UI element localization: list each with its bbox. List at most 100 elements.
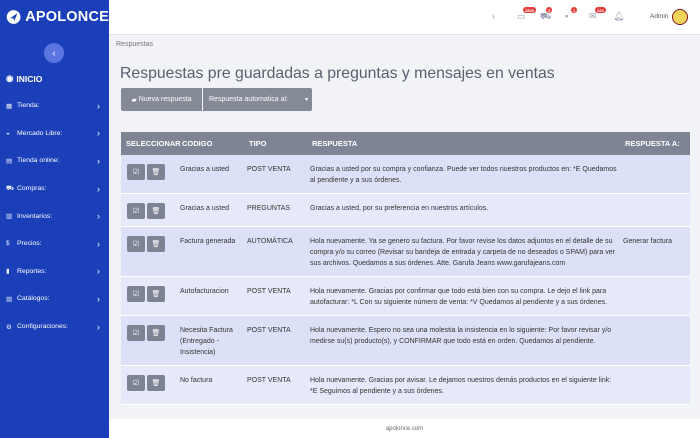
sidebar-item-tienda[interactable]: ▦ Tienda: › xyxy=(0,92,109,120)
tipo-cell: PREGUNTAS xyxy=(244,193,307,227)
responses-table-container[interactable]: SELECCIONAR CODIGO TIPO RESPUESTA RESPUE… xyxy=(121,132,690,412)
tipo-cell: POST VENTA xyxy=(244,155,307,194)
avatar[interactable] xyxy=(672,9,688,25)
table-row[interactable]: ☑ 🗑︎ No factura POST VENTA Hola nuevamente. … xyxy=(121,365,690,405)
sidebar: APOLONCE ‹ ◉ INICIO ▦ Tienda: › ◒ Mercado Li… xyxy=(0,0,109,438)
delete-button[interactable]: 🗑︎ xyxy=(147,236,165,252)
topbar: › ▭ 2845 ⛟ 3 ▪ 1 ✉ 224 🔔︎ Admin xyxy=(109,0,700,35)
column-header[interactable]: SELECCIONAR xyxy=(121,132,181,155)
sidebar-item-label: Compras: xyxy=(17,185,47,193)
trash-icon: 🗑︎ xyxy=(151,168,161,176)
respuesta-cell: Hola nuevamente. Espero no sea una moles… xyxy=(307,315,620,366)
sidebar-item-reportes[interactable]: ▮ Reportes: › xyxy=(0,258,109,286)
admin-name[interactable]: Admin xyxy=(650,13,668,20)
edit-button[interactable]: ☑ xyxy=(127,375,145,391)
trash-icon: 🗑︎ xyxy=(151,379,161,387)
sidebar-item-label: Mercado Libre: xyxy=(17,129,63,137)
plane-logo-icon xyxy=(6,10,21,24)
edit-button[interactable]: ☑ xyxy=(127,286,145,302)
catalog-icon: ▧ xyxy=(6,295,13,303)
chevron-right-icon: › xyxy=(97,266,100,277)
responses-table: SELECCIONAR CODIGO TIPO RESPUESTA RESPUE… xyxy=(121,132,690,405)
edit-button[interactable]: ☑ xyxy=(127,236,145,252)
sidebar-item-precios[interactable]: $ Precios: › xyxy=(0,230,109,258)
cart-icon: ⛟ xyxy=(6,185,15,193)
notification-badge: 3 xyxy=(546,7,553,13)
chevron-right-icon: › xyxy=(97,321,100,332)
select-cell: ☑ 🗑︎ xyxy=(121,276,177,316)
page-title: Respuestas pre guardadas a preguntas y m… xyxy=(120,65,555,82)
codigo-cell: No factura xyxy=(177,365,244,405)
tipo-cell: AUTOMÁTICA xyxy=(244,226,307,277)
folder-plus-icon: ▰ xyxy=(131,96,137,104)
table-row[interactable]: ☑ 🗑︎ Gracias a usted PREGUNTAS Gracias a ust… xyxy=(121,193,690,227)
table-row[interactable]: ☑ 🗑︎ Gracias a usted POST VENTA Gracias a us… xyxy=(121,155,690,194)
tipo-cell: POST VENTA xyxy=(244,276,307,316)
cart-icon[interactable]: ⛟ 3 xyxy=(540,7,553,23)
bell-icon[interactable]: 🔔︎ xyxy=(613,11,624,22)
table-row[interactable]: ☑ 🗑︎ Necesita Factura (Entregado - Insiste… xyxy=(121,315,690,366)
online-store-icon: ▤ xyxy=(6,157,13,165)
codigo-cell: Necesita Factura (Entregado - Insistenci… xyxy=(177,315,244,366)
delete-button[interactable]: 🗑︎ xyxy=(147,325,165,341)
select-cell: ☑ 🗑︎ xyxy=(121,155,177,194)
column-header[interactable]: RESPUESTA A: xyxy=(620,132,690,155)
box-icon[interactable]: ▭ 2845 xyxy=(517,7,536,22)
delete-button[interactable]: 🗑︎ xyxy=(147,203,165,219)
sidebar-item-inicio[interactable]: ◉ INICIO xyxy=(6,73,42,84)
sidebar-nav: ▦ Tienda: › ◒ Mercado Libre: › ▤ Tienda online:… xyxy=(0,92,109,340)
sidebar-item-compras[interactable]: ⛟ Compras: › xyxy=(0,175,109,203)
chevron-right-icon: › xyxy=(97,155,100,166)
new-response-button[interactable]: ▰ Nueva respuesta xyxy=(121,88,202,111)
column-header[interactable]: TIPO xyxy=(244,132,307,155)
column-header[interactable]: CODIGO xyxy=(177,132,244,155)
delete-button[interactable]: 🗑︎ xyxy=(147,286,165,302)
edit-icon: ☑ xyxy=(132,240,140,248)
trash-icon: 🗑︎ xyxy=(151,329,161,337)
chart-icon: ▮ xyxy=(6,268,10,276)
select-cell: ☑ 🗑︎ xyxy=(121,365,177,405)
chevron-right-icon: › xyxy=(97,183,100,194)
notification-badge: 224 xyxy=(595,7,606,13)
sidebar-item-mercado-libre[interactable]: ◒ Mercado Libre: › xyxy=(0,120,109,148)
sidebar-item-cat-logos[interactable]: ▧ Catálogos: › xyxy=(0,285,109,313)
sidebar-item-label: Configuraciones: xyxy=(17,323,69,331)
chevron-right-icon[interactable]: › xyxy=(492,11,495,21)
table-row[interactable]: ☑ 🗑︎ Factura generada AUTOMÁTICA Hola nuevam… xyxy=(121,226,690,277)
sidebar-item-tienda-online[interactable]: ▤ Tienda online: › xyxy=(0,147,109,175)
auto-response-dropdown[interactable]: Respuesta automatica al: ▾ xyxy=(203,88,312,111)
table-row[interactable]: ☑ 🗑︎ Autofacturacion POST VENTA Hola nuevame… xyxy=(121,276,690,316)
chevron-right-icon: › xyxy=(97,128,100,139)
brand-name: APOLONCE xyxy=(25,9,109,25)
sidebar-item-label: Precios: xyxy=(17,240,42,248)
sidebar-item-inventarios[interactable]: ▥ Inventarios: › xyxy=(0,202,109,230)
codigo-cell: Gracias a usted xyxy=(177,193,244,227)
logo[interactable]: APOLONCE xyxy=(0,0,109,34)
table-header-row: SELECCIONAR CODIGO TIPO RESPUESTA RESPUE… xyxy=(121,132,690,155)
trash-icon: 🗑︎ xyxy=(151,290,161,298)
handshake-icon: ◒ xyxy=(6,129,10,137)
column-header[interactable]: RESPUESTA xyxy=(307,132,620,155)
sidebar-item-configuraciones[interactable]: ⚙ Configuraciones: › xyxy=(0,313,109,341)
inventory-icon: ▥ xyxy=(6,213,13,221)
dashboard-icon: ◉ xyxy=(6,73,14,83)
chevron-right-icon: › xyxy=(97,211,100,222)
edit-button[interactable]: ☑ xyxy=(127,203,145,219)
tipo-cell: POST VENTA xyxy=(244,315,307,366)
edit-icon: ☑ xyxy=(132,329,140,337)
respuesta-a-cell xyxy=(620,276,690,316)
sidebar-collapse-button[interactable]: ‹ xyxy=(44,43,64,63)
select-cell: ☑ 🗑︎ xyxy=(121,315,177,366)
edit-button[interactable]: ☑ xyxy=(127,325,145,341)
edit-button[interactable]: ☑ xyxy=(127,164,145,180)
chevron-right-icon: › xyxy=(97,238,100,249)
message-icon[interactable]: ✉ 224 xyxy=(589,7,606,22)
footer: apolonce.com xyxy=(109,419,700,438)
breadcrumb[interactable]: Respuestas xyxy=(116,41,153,48)
respuesta-cell: Hola nuevamente. Ya se genero su factura… xyxy=(307,226,620,277)
question-icon[interactable]: ▪ 1 xyxy=(565,7,578,21)
sidebar-item-label: Reportes: xyxy=(17,267,47,275)
delete-button[interactable]: 🗑︎ xyxy=(147,164,165,180)
gear-icon: ⚙ xyxy=(6,323,12,331)
delete-button[interactable]: 🗑︎ xyxy=(147,375,165,391)
